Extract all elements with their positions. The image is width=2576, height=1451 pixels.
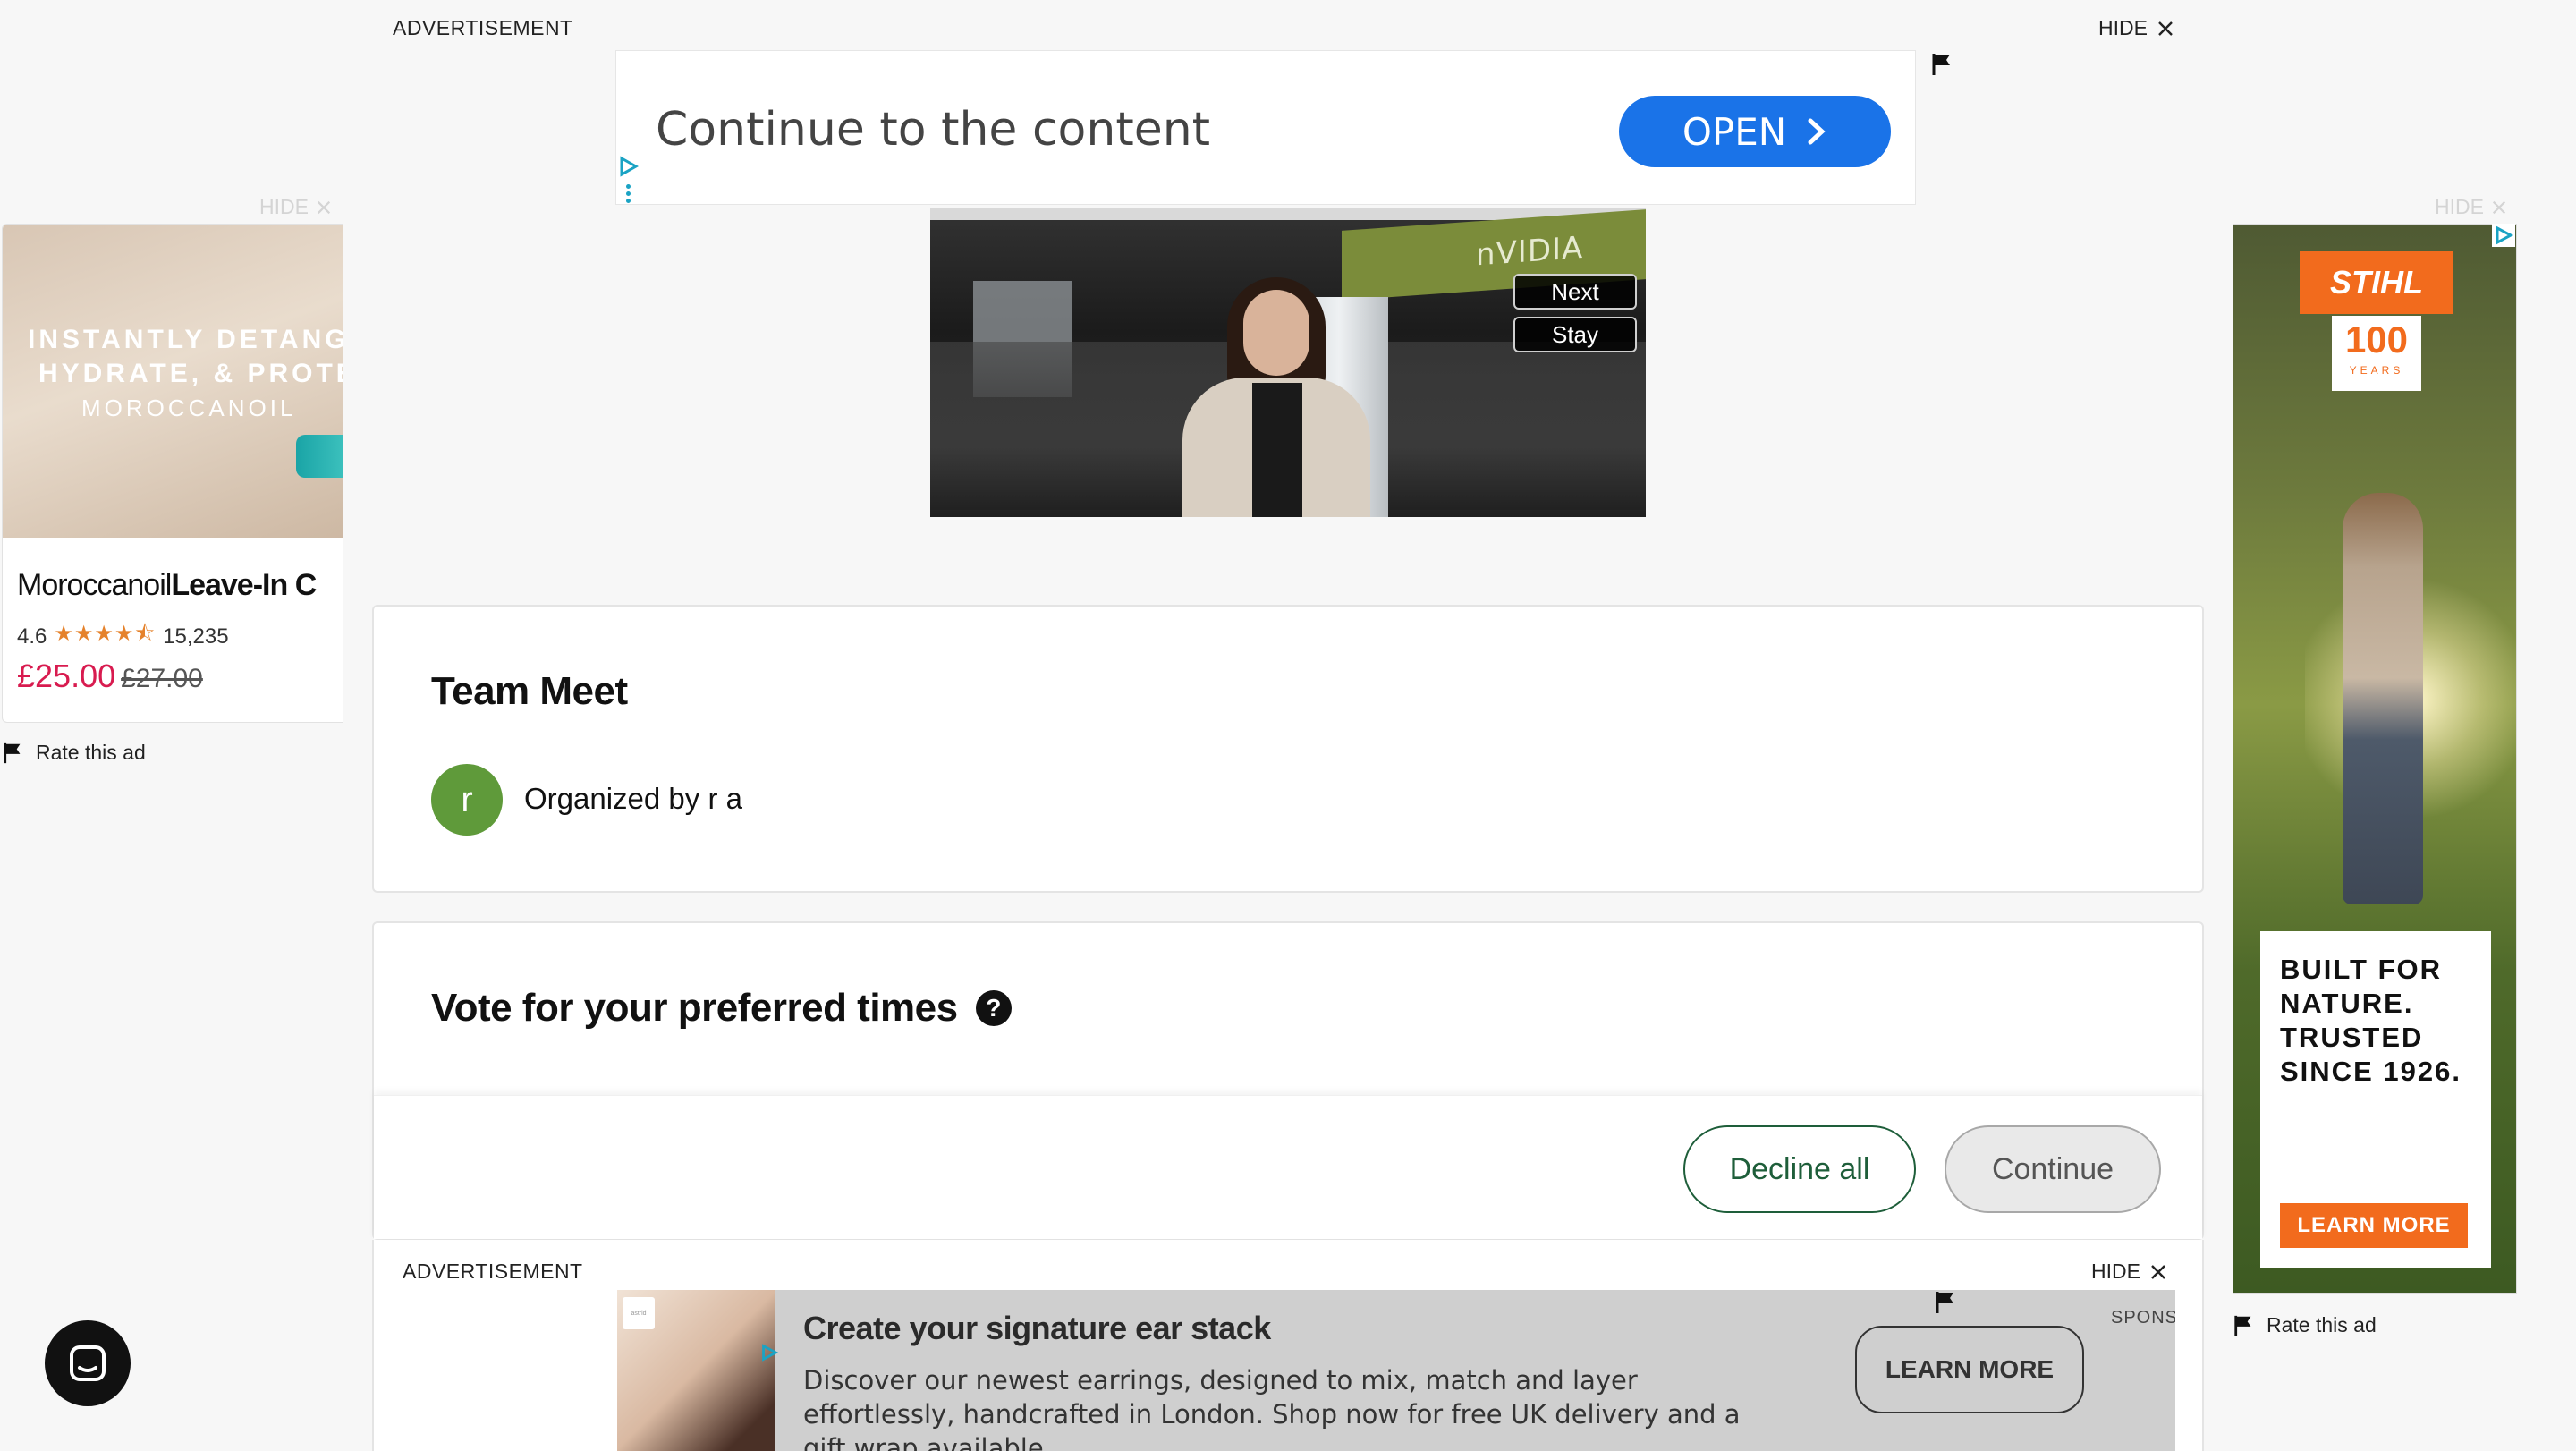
close-icon <box>316 199 332 216</box>
right-ad-hide-button[interactable]: HIDE <box>2435 195 2507 219</box>
brand-logo: MOROCCANOIL <box>81 395 297 421</box>
video-next-button[interactable]: Next <box>1513 274 1637 310</box>
adchoices-icon[interactable] <box>619 156 639 177</box>
close-icon <box>2491 199 2507 216</box>
product-price: £25.00 £27.00 <box>17 658 203 694</box>
vote-footer <box>374 1095 2202 1239</box>
chat-launcher-button[interactable] <box>45 1320 131 1406</box>
top-ad-banner[interactable]: Continue to the content OPEN <box>615 50 1916 205</box>
anniversary-badge: 100 YEARS <box>2332 316 2421 391</box>
left-product-ad[interactable]: INSTANTLY DETANGLEHYDRATE, & PROTECT MOR… <box>2 224 343 723</box>
bottom-ad-body: Discover our newest earrings, designed t… <box>803 1365 1741 1451</box>
chevron-right-icon <box>1806 117 1827 146</box>
learn-more-button[interactable]: LEARN MORE <box>2280 1203 2468 1248</box>
open-button-label: OPEN <box>1682 109 1787 154</box>
close-icon <box>2157 20 2174 38</box>
bottom-ad-hide-label: HIDE <box>2091 1260 2140 1283</box>
avatar: r <box>431 764 503 836</box>
flag-icon <box>2 742 25 765</box>
rate-this-ad-link[interactable]: Rate this ad <box>2233 1313 2377 1337</box>
product-image: INSTANTLY DETANGLEHYDRATE, & PROTECT MOR… <box>3 225 343 538</box>
chat-icon <box>68 1344 107 1383</box>
more-options-icon[interactable] <box>626 184 631 206</box>
video-stay-button[interactable]: Stay <box>1513 317 1637 352</box>
top-ad-hide-button[interactable]: HIDE <box>2098 16 2174 40</box>
rate-this-ad-link[interactable]: Rate this ad <box>2 741 146 765</box>
ad-product-image: astrid <box>617 1290 775 1451</box>
product-rating: 4.6 ★★★★⯪ 15,235 <box>17 618 229 655</box>
sponsored-label: SPONS <box>2111 1308 2175 1328</box>
bottom-ad: ADVERTISEMENT HIDE astrid Create your si… <box>372 1240 2204 1451</box>
rate-this-ad-label: Rate this ad <box>36 741 146 764</box>
right-ad-hide-label: HIDE <box>2435 195 2484 218</box>
top-ad-hide-label: HIDE <box>2098 16 2148 39</box>
adchoices-icon[interactable] <box>2492 224 2515 247</box>
close-icon <box>2149 1263 2167 1281</box>
stihl-logo: STIHL <box>2300 251 2453 314</box>
right-stihl-ad[interactable]: STIHL 100 YEARS BUILT FOR NATURE. TRUSTE… <box>2233 224 2517 1294</box>
flag-icon <box>2233 1314 2256 1337</box>
rate-this-ad-label: Rate this ad <box>2267 1313 2377 1336</box>
top-ad-headline: Continue to the content <box>656 103 1211 157</box>
bottom-ad-hide-button[interactable]: HIDE <box>2091 1260 2167 1284</box>
adchoices-icon[interactable] <box>758 1342 780 1363</box>
open-button[interactable]: OPEN <box>1619 96 1891 167</box>
vote-card: Vote for your preferred times ? Decline … <box>372 921 2204 1240</box>
organizer-label: Organized by r a <box>524 782 742 815</box>
bottom-ad-headline: Create your signature ear stack <box>803 1310 1271 1346</box>
video-player[interactable]: nVIDIA Next Stay <box>930 208 1646 517</box>
vote-title: Vote for your preferred times ? <box>431 986 1012 1031</box>
learn-more-button[interactable]: LEARN MORE <box>1855 1326 2084 1413</box>
bottom-ad-label: ADVERTISEMENT <box>402 1260 583 1283</box>
event-card: Team Meet r Organized by r a <box>372 605 2204 893</box>
left-ad-hide-button[interactable]: HIDE <box>259 195 332 219</box>
flag-icon[interactable] <box>1930 52 1955 77</box>
left-ad-hide-label: HIDE <box>259 195 309 218</box>
product-title: MoroccanoilLeave-In C <box>17 568 317 602</box>
ad-photo-person <box>2343 493 2423 904</box>
help-icon[interactable]: ? <box>975 990 1012 1026</box>
event-title: Team Meet <box>431 669 628 713</box>
advertiser-logo: astrid <box>623 1297 655 1329</box>
flag-icon[interactable] <box>1934 1290 1959 1315</box>
decline-all-button[interactable]: Decline all <box>1683 1125 1916 1213</box>
star-rating-icon: ★★★★⯪ <box>54 622 157 646</box>
continue-button[interactable]: Continue <box>1945 1125 2161 1213</box>
top-ad-label: ADVERTISEMENT <box>393 16 573 39</box>
